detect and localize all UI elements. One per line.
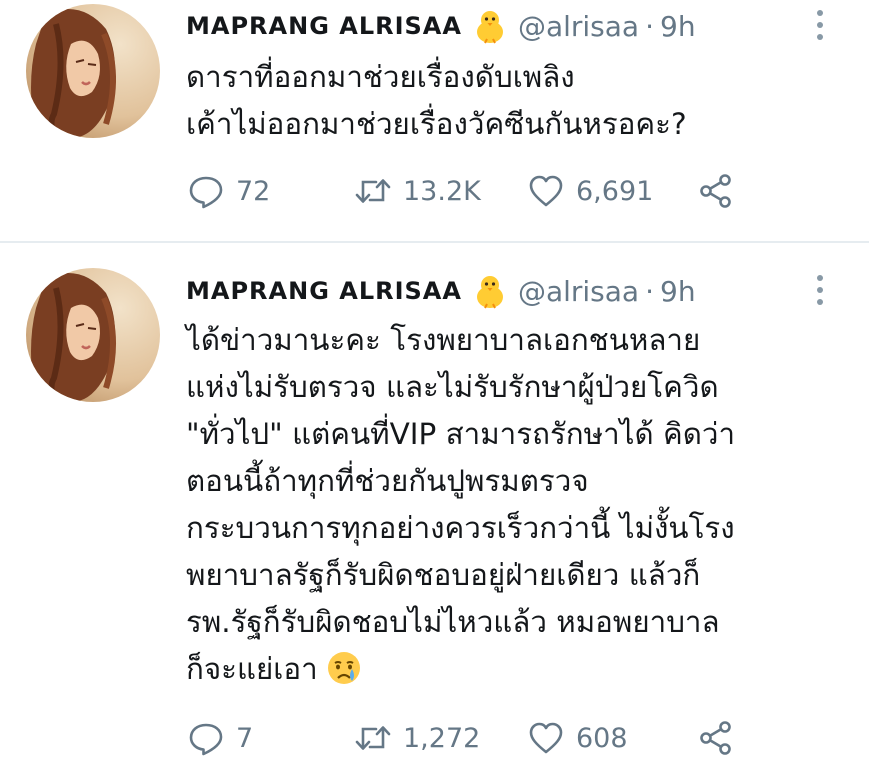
tweet-header: MAPRANG ALRISAA @alrisaa · 9h xyxy=(186,4,696,48)
like-button[interactable]: 6,691 xyxy=(528,171,653,211)
tweet-text: ได้ข่าวมานะคะ โรงพยาบาลเอกชนหลาย แห่งไม่… xyxy=(186,317,846,693)
tweet-text-line: ตอนนี้ถ้าทุกที่ช่วยกันปูพรมตรวจ xyxy=(186,464,589,498)
more-options-icon[interactable] xyxy=(812,273,828,307)
tweet-text-line-content: ก็จะแย่เอา xyxy=(186,652,318,686)
retweet-button[interactable]: 1,272 xyxy=(355,718,480,758)
tweet-text-line: ดาราที่ออกมาช่วยเรื่องดับเพลิง xyxy=(186,60,575,94)
reply-button[interactable]: 7 xyxy=(188,718,253,758)
tweet[interactable]: MAPRANG ALRISAA @alrisaa · 9h ได้ข่าวมาน… xyxy=(0,243,869,777)
tweet-actions: 7 1,272 608 xyxy=(188,718,748,758)
separator-dot: · xyxy=(645,274,654,308)
crying-face-emoji-icon xyxy=(326,650,362,686)
tweet-text-line: ได้ข่าวมานะคะ โรงพยาบาลเอกชนหลาย xyxy=(186,323,701,357)
reply-count: 72 xyxy=(236,175,271,207)
share-button[interactable] xyxy=(698,718,734,758)
tweet-text-line: แห่งไม่รับตรวจ และไม่รับรักษาผู้ป่วยโควิ… xyxy=(186,370,719,404)
retweet-icon xyxy=(355,179,391,203)
author-handle[interactable]: @alrisaa xyxy=(518,275,639,308)
reply-icon xyxy=(189,176,223,209)
like-button[interactable]: 608 xyxy=(528,718,628,758)
like-count: 608 xyxy=(576,722,628,754)
heart-icon xyxy=(529,722,563,754)
tweet-text-line-last: ก็จะแย่เอา xyxy=(186,646,846,693)
tweet-text-line: พยาบาลรัฐก็รับผิดชอบอยู่ฝ่ายเดียว แล้วก็ xyxy=(186,558,701,592)
tweet-text: ดาราที่ออกมาช่วยเรื่องดับเพลิง เค้าไม่ออ… xyxy=(186,54,846,148)
timestamp[interactable]: 9h xyxy=(660,275,696,308)
share-button[interactable] xyxy=(698,171,734,211)
separator-dot: · xyxy=(645,9,654,43)
chick-emoji-icon xyxy=(472,273,508,309)
reply-button[interactable]: 72 xyxy=(188,171,270,211)
retweet-icon xyxy=(355,726,391,750)
retweet-count: 1,272 xyxy=(403,722,481,754)
reply-icon xyxy=(189,723,223,756)
tweet-text-line: กระบวนการทุกอย่างควรเร็วกว่านี้ ไม่งั้นโ… xyxy=(186,511,735,545)
avatar[interactable] xyxy=(26,268,160,402)
heart-icon xyxy=(529,175,563,207)
reply-count: 7 xyxy=(236,722,254,754)
share-icon xyxy=(700,174,731,208)
author-name[interactable]: MAPRANG ALRISAA xyxy=(186,12,462,40)
author-handle[interactable]: @alrisaa xyxy=(518,10,639,43)
retweet-button[interactable]: 13.2K xyxy=(355,171,481,211)
chick-emoji-icon xyxy=(472,8,508,44)
timestamp[interactable]: 9h xyxy=(660,10,696,43)
tweet-text-line: "ทั่วไป" แต่คนที่VIP สามารถรักษาได้ คิดว… xyxy=(186,417,736,451)
tweet-text-line: เค้าไม่ออกมาช่วยเรื่องวัคซีนกันหรอคะ? xyxy=(186,107,687,141)
share-icon xyxy=(700,721,731,755)
like-count: 6,691 xyxy=(576,175,654,207)
tweet-text-line: รพ.รัฐก็รับผิดชอบไม่ไหวแล้ว หมอพยาบาล xyxy=(186,605,720,639)
retweet-count: 13.2K xyxy=(403,175,481,207)
tweet[interactable]: MAPRANG ALRISAA @alrisaa · 9h ดาราที่ออก… xyxy=(0,0,869,242)
tweet-header: MAPRANG ALRISAA @alrisaa · 9h xyxy=(186,269,696,313)
author-name[interactable]: MAPRANG ALRISAA xyxy=(186,277,462,305)
more-options-icon[interactable] xyxy=(812,8,828,42)
tweet-actions: 72 13.2K 6,691 xyxy=(188,171,748,211)
avatar[interactable] xyxy=(26,4,160,138)
